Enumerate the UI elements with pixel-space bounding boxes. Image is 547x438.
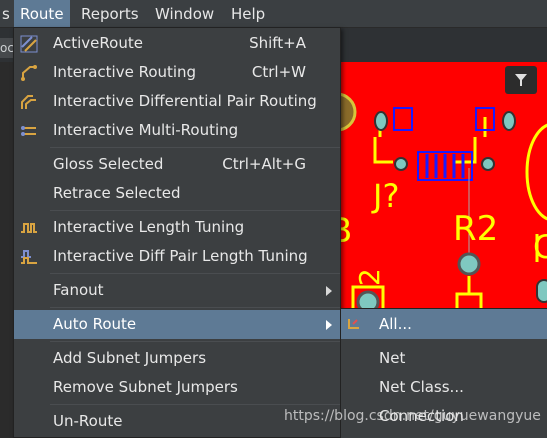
menu-item-diff-pair-length-tuning[interactable]: Interactive Diff Pair Length Tuning (14, 242, 340, 271)
menu-item-shortcut: Shift+A (249, 34, 306, 52)
menu-item-label: Remove Subnet Jumpers (53, 378, 238, 396)
pcb-pad (374, 111, 388, 131)
menu-item-label: Interactive Multi-Routing (53, 121, 239, 139)
auto-route-all-icon (348, 319, 359, 329)
menu-route[interactable]: Route (14, 0, 70, 28)
menu-item-active-route[interactable]: ActiveRoute Shift+A (14, 29, 340, 58)
menu-separator (50, 341, 340, 342)
menu-item-add-subnet-jumpers[interactable]: Add Subnet Jumpers (14, 344, 340, 373)
menu-item-label: Interactive Differential Pair Routing (53, 92, 317, 110)
menu-item-remove-subnet-jumpers[interactable]: Remove Subnet Jumpers (14, 373, 340, 402)
active-route-icon (20, 35, 38, 53)
menu-item-label: Interactive Length Tuning (53, 218, 245, 236)
menu-item-label: Add Subnet Jumpers (53, 349, 207, 367)
length-tuning-icon (21, 223, 37, 233)
pcb-via (481, 157, 495, 171)
menu-item-label: Gloss Selected (53, 155, 164, 173)
pcb-pad (502, 111, 516, 131)
filter-icon (515, 74, 527, 86)
menu-item-shortcut: Ctrl+W (251, 63, 306, 81)
menu-bar: s Route Reports Window Help (0, 0, 547, 28)
route-menu: ActiveRoute Shift+A Interactive Routing … (13, 27, 341, 438)
menu-item-length-tuning[interactable]: Interactive Length Tuning (14, 213, 340, 242)
pcb-pad-r2 (457, 252, 481, 276)
menu-item-label: Un-Route (53, 412, 123, 430)
menu-item-auto-route[interactable]: Auto Route (14, 310, 340, 339)
menu-help[interactable]: Help (225, 0, 271, 28)
menu-separator (50, 273, 340, 274)
pcb-pad (536, 279, 547, 303)
interactive-routing-icon (21, 65, 37, 81)
submenu-arrow-icon (326, 320, 332, 330)
menu-item-shortcut: Ctrl+Alt+G (222, 155, 306, 173)
submenu-item-all[interactable]: All... (341, 309, 547, 339)
menu-separator (50, 404, 340, 405)
menu-separator (50, 210, 340, 211)
filter-button[interactable] (505, 66, 537, 94)
pcb-smd-pad (393, 107, 413, 131)
multi-routing-icon (21, 126, 36, 136)
diff-pair-routing-icon (21, 95, 36, 109)
watermark-text: https://blog.csdn.net/guyuewangyue (284, 408, 541, 424)
designator-c: C (533, 228, 547, 266)
submenu-item-label: Net Class... (379, 378, 464, 396)
menu-item-gloss-selected[interactable]: Gloss Selected Ctrl+Alt+G (14, 150, 340, 179)
silkscreen-arc-right (525, 123, 547, 221)
designator-r2: R2 (453, 209, 498, 249)
submenu-item-label: Net (379, 349, 406, 367)
menu-item-label: Interactive Diff Pair Length Tuning (53, 247, 308, 265)
designator-j: J? (371, 177, 399, 215)
menu-item-fanout[interactable]: Fanout (14, 276, 340, 305)
menu-item-label: Interactive Routing (53, 63, 197, 81)
diff-pair-length-tuning-icon (21, 250, 37, 264)
menu-item-multi-routing[interactable]: Interactive Multi-Routing (14, 116, 340, 145)
menu-separator (50, 307, 340, 308)
submenu-arrow-icon (326, 286, 332, 296)
menu-item-retrace-selected[interactable]: Retrace Selected (14, 179, 340, 208)
menu-item-label: ActiveRoute (53, 34, 143, 52)
submenu-item-label: All... (379, 315, 412, 333)
menu-item-label: Auto Route (53, 315, 137, 333)
menu-window[interactable]: Window (149, 0, 220, 28)
menu-reports[interactable]: Reports (75, 0, 145, 28)
silkscreen-outline (373, 137, 477, 164)
submenu-item-net-class[interactable]: Net Class... (341, 372, 547, 402)
app-window: s Route Reports Window Help oc J? R2 B 2… (0, 0, 547, 438)
designator-2: 2 (353, 268, 386, 286)
menu-item-diff-pair-routing[interactable]: Interactive Differential Pair Routing (14, 87, 340, 116)
menu-separator (50, 147, 340, 148)
menu-item-interactive-routing[interactable]: Interactive Routing Ctrl+W (14, 58, 340, 87)
menu-item-label: Retrace Selected (53, 184, 181, 202)
menu-item-label: Fanout (53, 281, 104, 299)
pcb-via (394, 157, 408, 171)
submenu-item-net[interactable]: Net (341, 343, 547, 373)
